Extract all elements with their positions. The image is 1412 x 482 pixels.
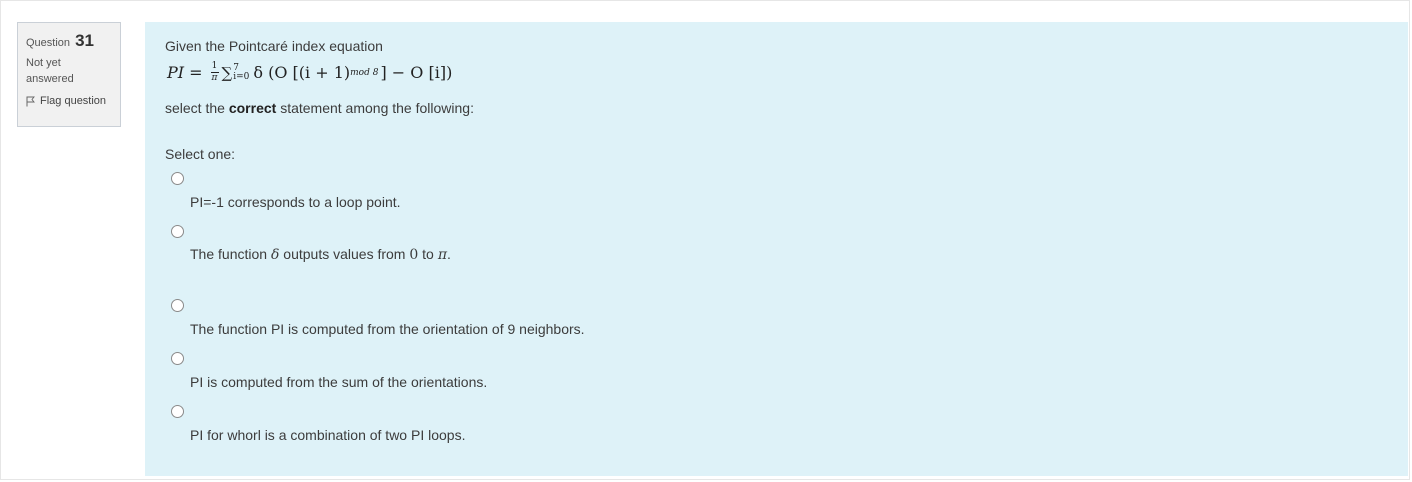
option-3-label[interactable]: The function PI is computed from the ori…	[190, 321, 585, 337]
option-5-radio[interactable]	[171, 405, 184, 418]
option-2-delta: δ	[270, 247, 280, 263]
option-4-radio[interactable]	[171, 352, 184, 365]
formula-frac-numerator: 1	[211, 61, 218, 71]
select-one-label: Select one:	[165, 146, 236, 162]
pointcare-index-formula: PI = 1 π ∑ 7 i=0 δ (O [(i + 1) mod 8 ] −…	[167, 62, 452, 83]
question-content: Given the Pointcaré index equation PI = …	[145, 22, 1408, 476]
option-3-radio[interactable]	[171, 299, 184, 312]
instruction-prefix: select the	[165, 100, 225, 116]
question-instruction: select the correct statement among the f…	[165, 100, 474, 116]
option-2-text-d: .	[447, 246, 451, 262]
flag-question-label: Flag question	[40, 95, 107, 107]
question-info-panel: Question 31 Not yet answered Flag questi…	[17, 22, 121, 127]
option-2-text-b: outputs values from	[283, 246, 406, 262]
question-state: Not yet answered	[26, 57, 74, 85]
formula-sum-lower: i=0	[233, 71, 250, 82]
formula-body-end: ] − O [i])	[380, 63, 453, 82]
formula-equals: =	[189, 63, 203, 82]
formula-subscript: mod 8	[350, 67, 379, 78]
option-2-radio[interactable]	[171, 225, 184, 238]
option-1-label[interactable]: PI=-1 corresponds to a loop point.	[190, 194, 401, 210]
question-label: Question	[26, 37, 71, 49]
option-2-pi: π	[437, 247, 448, 263]
option-5-label[interactable]: PI for whorl is a combination of two PI …	[190, 427, 465, 443]
formula-sum-symbol: ∑	[221, 63, 233, 82]
formula-lhs: PI	[167, 63, 185, 82]
formula-body-start: δ (O [(i + 1)	[253, 63, 351, 82]
option-2-label[interactable]: The function δ outputs values from 0 to π…	[190, 246, 451, 263]
formula-summation: ∑ 7 i=0	[221, 63, 250, 82]
option-4-label[interactable]: PI is computed from the sum of the orien…	[190, 374, 487, 390]
option-2-text-c: to	[422, 246, 434, 262]
question-prompt: Given the Pointcaré index equation	[165, 38, 383, 54]
instruction-suffix: statement among the following:	[280, 100, 474, 116]
question-number-value: 31	[75, 31, 95, 50]
option-2-zero: 0	[409, 247, 419, 263]
formula-frac-denominator: π	[211, 73, 218, 83]
option-2-text-a: The function	[190, 246, 268, 262]
formula-fraction: 1 π	[210, 61, 219, 83]
option-1-radio[interactable]	[171, 172, 184, 185]
instruction-bold: correct	[228, 100, 277, 116]
flag-icon	[26, 96, 35, 106]
question-number: Question 31	[26, 31, 112, 53]
flag-question-link[interactable]: Flag question	[26, 95, 112, 107]
